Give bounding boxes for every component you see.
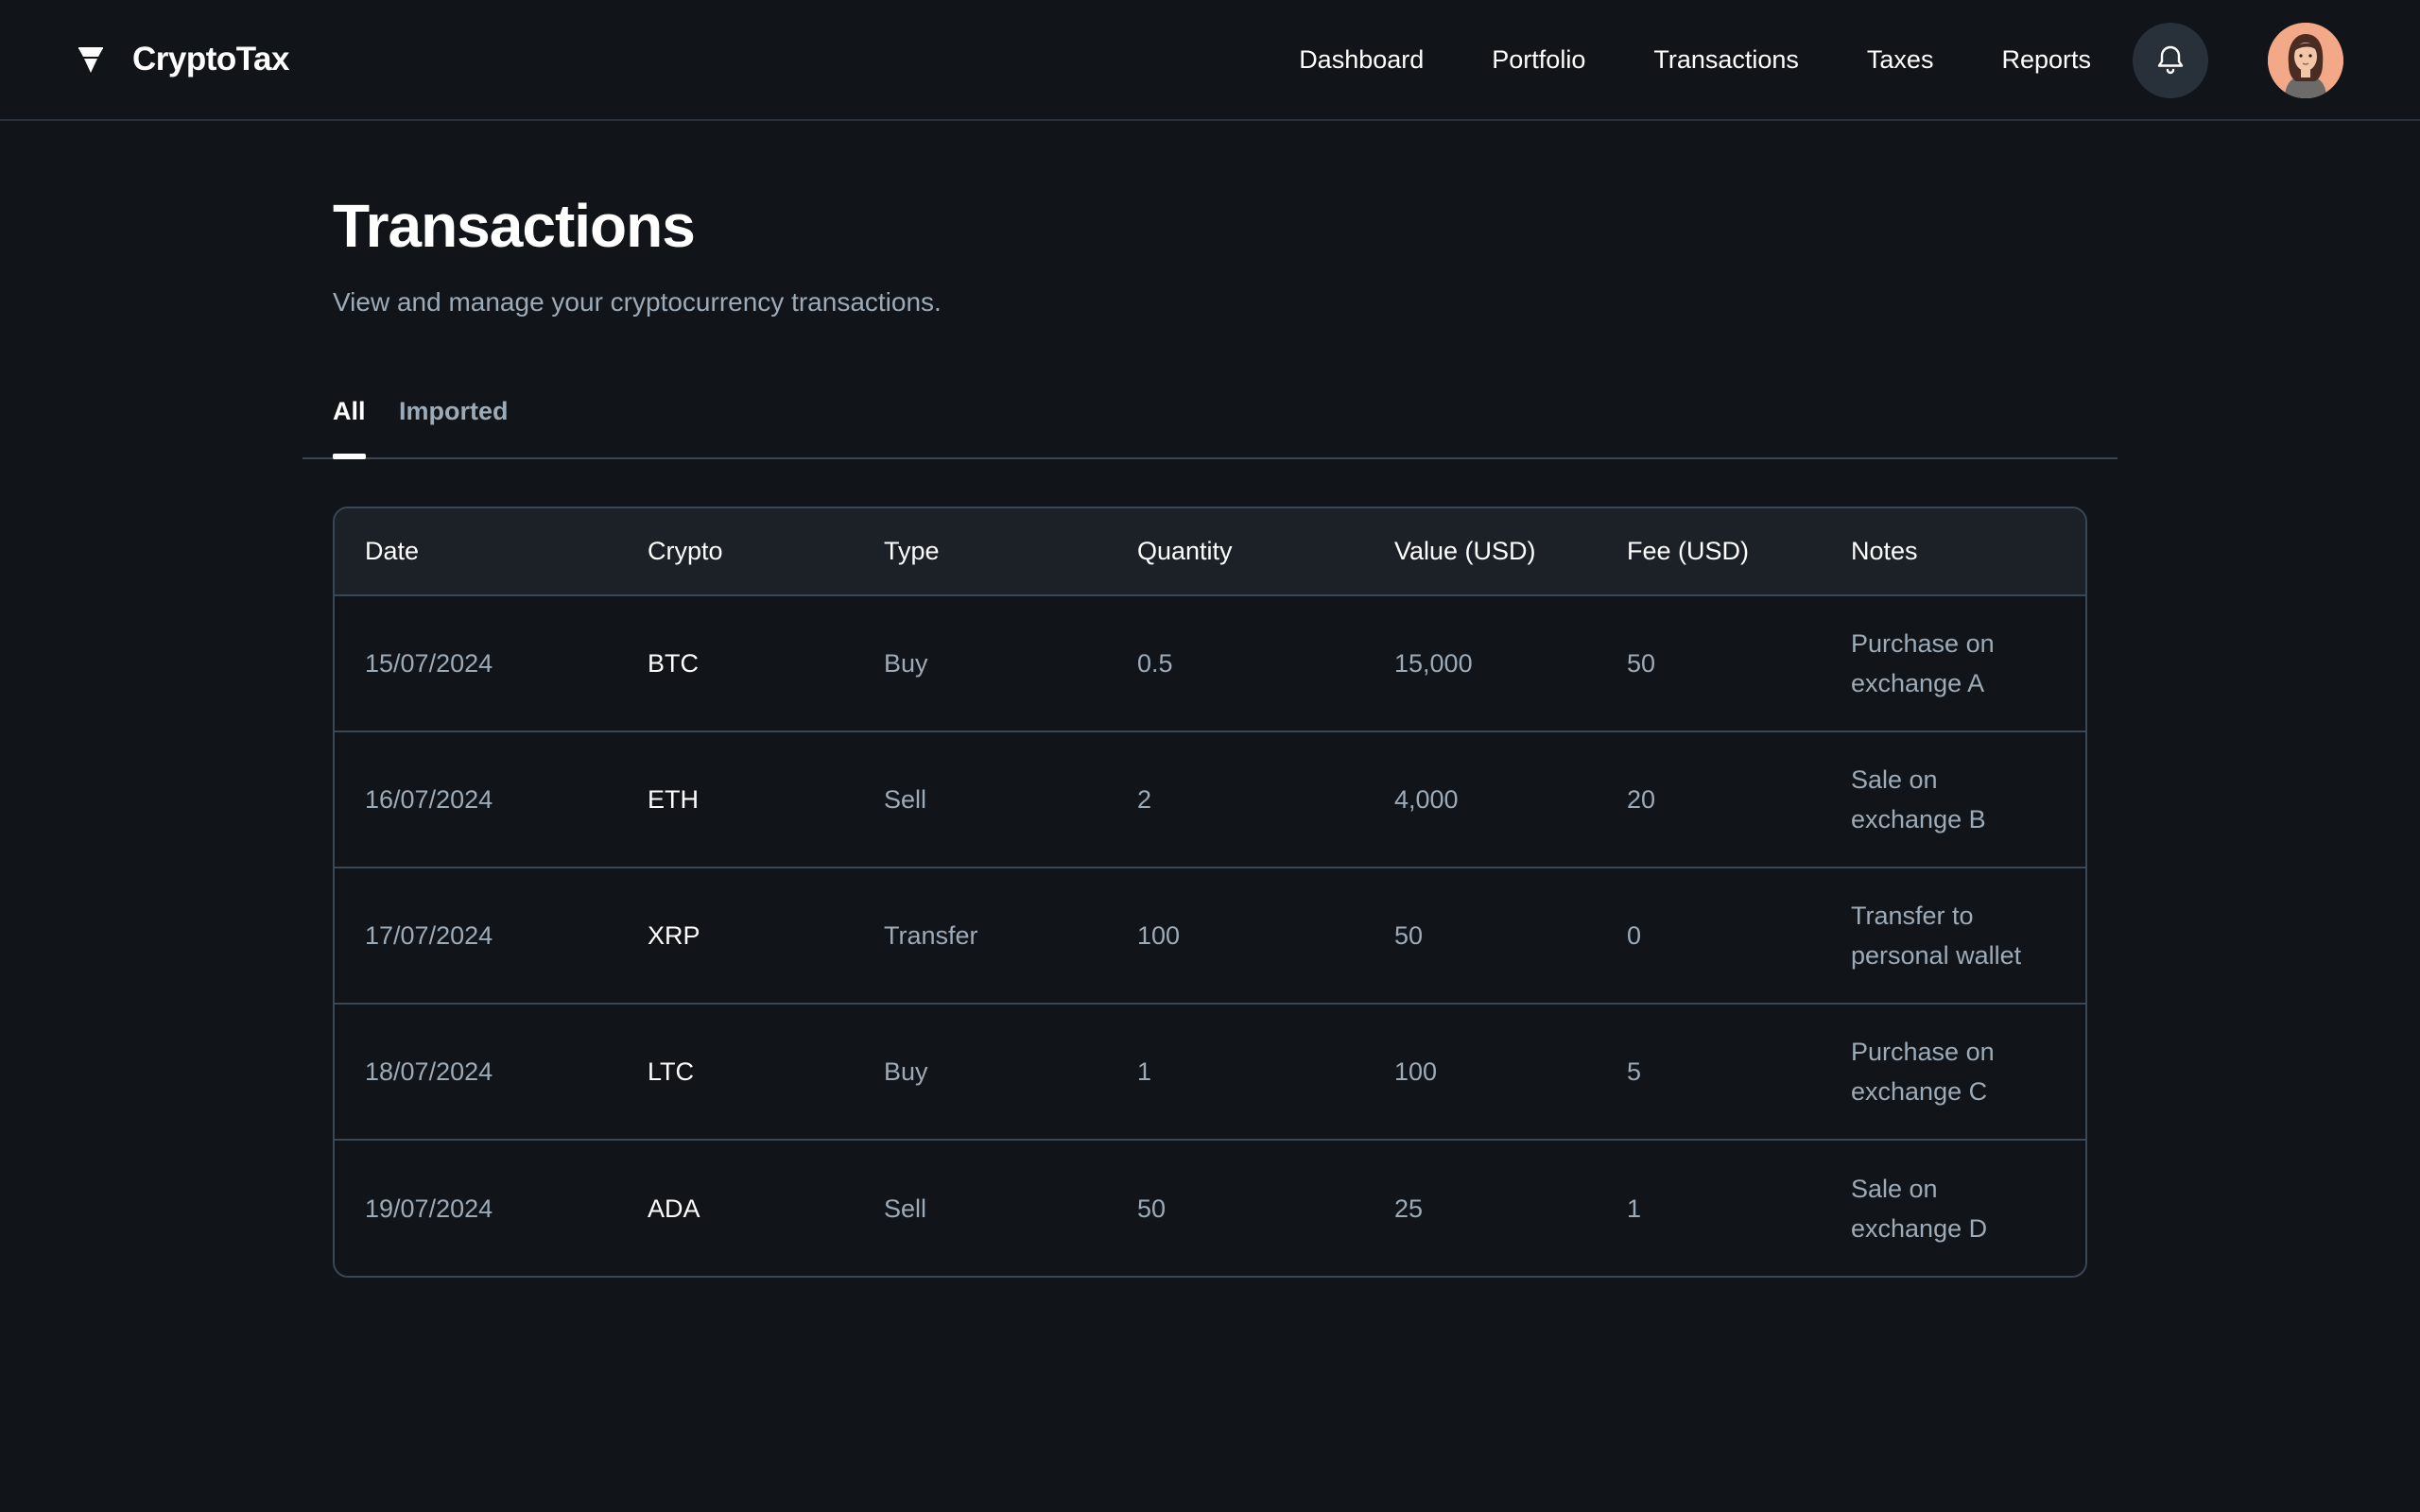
table-row[interactable]: 16/07/2024 ETH Sell 2 4,000 20 Sale on e… bbox=[335, 731, 2085, 868]
user-avatar[interactable] bbox=[2268, 23, 2343, 98]
column-header-crypto[interactable]: Crypto bbox=[617, 508, 854, 595]
tab-imported[interactable]: Imported bbox=[399, 384, 509, 457]
cell-notes: Sale on exchange D bbox=[1851, 1174, 1988, 1243]
brand-name: CryptoTax bbox=[132, 41, 290, 77]
table-row[interactable]: 17/07/2024 XRP Transfer 100 50 0 Transfe… bbox=[335, 868, 2085, 1004]
nav-dashboard[interactable]: Dashboard bbox=[1299, 45, 1424, 75]
tab-all[interactable]: All bbox=[333, 384, 366, 459]
cell-notes: Transfer to personal wallet bbox=[1851, 902, 2022, 970]
column-header-date[interactable]: Date bbox=[335, 508, 617, 595]
column-header-type[interactable]: Type bbox=[854, 508, 1107, 595]
cell-crypto: ADA bbox=[648, 1194, 700, 1223]
cell-value: 100 bbox=[1394, 1057, 1438, 1086]
transactions-table: Date Crypto Type Quantity Value (USD) Fe… bbox=[333, 507, 2087, 1278]
cell-quantity: 1 bbox=[1137, 1057, 1152, 1086]
cell-quantity: 100 bbox=[1137, 921, 1181, 950]
cell-fee: 20 bbox=[1627, 785, 1656, 814]
cell-quantity: 0.5 bbox=[1137, 649, 1173, 678]
cell-fee: 1 bbox=[1627, 1194, 1642, 1223]
bell-icon bbox=[2153, 42, 2187, 80]
brand[interactable]: CryptoTax bbox=[76, 0, 290, 119]
page-subtitle: View and manage your cryptocurrency tran… bbox=[333, 287, 942, 317]
cell-crypto: LTC bbox=[648, 1057, 695, 1086]
cell-date: 17/07/2024 bbox=[365, 921, 493, 950]
page-title: Transactions bbox=[333, 192, 696, 260]
cell-date: 16/07/2024 bbox=[365, 785, 493, 814]
tornado-logo-icon bbox=[76, 44, 106, 75]
cell-crypto: XRP bbox=[648, 921, 700, 950]
cell-value: 25 bbox=[1394, 1194, 1424, 1223]
column-header-quantity[interactable]: Quantity bbox=[1107, 508, 1364, 595]
cell-notes: Purchase on exchange A bbox=[1851, 629, 1995, 697]
table-header-row: Date Crypto Type Quantity Value (USD) Fe… bbox=[335, 508, 2085, 595]
column-header-value[interactable]: Value (USD) bbox=[1364, 508, 1597, 595]
main-nav: Dashboard Portfolio Transactions Taxes R… bbox=[1299, 0, 2091, 119]
cell-notes: Purchase on exchange C bbox=[1851, 1038, 1995, 1106]
cell-crypto: BTC bbox=[648, 649, 699, 678]
top-navigation-bar: CryptoTax Dashboard Portfolio Transactio… bbox=[0, 0, 2420, 121]
nav-transactions[interactable]: Transactions bbox=[1653, 45, 1799, 75]
cell-quantity: 2 bbox=[1137, 785, 1152, 814]
cell-crypto: ETH bbox=[648, 785, 699, 814]
cell-value: 4,000 bbox=[1394, 785, 1459, 814]
cell-date: 15/07/2024 bbox=[365, 649, 493, 678]
cell-date: 19/07/2024 bbox=[365, 1194, 493, 1223]
cell-type: Sell bbox=[884, 785, 927, 814]
cell-fee: 50 bbox=[1627, 649, 1656, 678]
cell-quantity: 50 bbox=[1137, 1194, 1167, 1223]
cell-fee: 5 bbox=[1627, 1057, 1642, 1086]
table-row[interactable]: 15/07/2024 BTC Buy 0.5 15,000 50 Purchas… bbox=[335, 595, 2085, 731]
nav-taxes[interactable]: Taxes bbox=[1867, 45, 1934, 75]
cell-type: Buy bbox=[884, 649, 928, 678]
column-header-notes[interactable]: Notes bbox=[1821, 508, 2085, 595]
table-row[interactable]: 18/07/2024 LTC Buy 1 100 5 Purchase on e… bbox=[335, 1004, 2085, 1140]
table-row[interactable]: 19/07/2024 ADA Sell 50 25 1 Sale on exch… bbox=[335, 1140, 2085, 1276]
transaction-tabs: All Imported bbox=[302, 384, 2118, 459]
cell-value: 15,000 bbox=[1394, 649, 1473, 678]
cell-type: Buy bbox=[884, 1057, 928, 1086]
cell-date: 18/07/2024 bbox=[365, 1057, 493, 1086]
cell-type: Transfer bbox=[884, 921, 978, 950]
cell-fee: 0 bbox=[1627, 921, 1642, 950]
cell-type: Sell bbox=[884, 1194, 927, 1223]
cell-value: 50 bbox=[1394, 921, 1424, 950]
nav-portfolio[interactable]: Portfolio bbox=[1492, 45, 1585, 75]
notifications-button[interactable] bbox=[2133, 23, 2208, 98]
column-header-fee[interactable]: Fee (USD) bbox=[1597, 508, 1821, 595]
cell-notes: Sale on exchange B bbox=[1851, 765, 1986, 833]
nav-reports[interactable]: Reports bbox=[2001, 45, 2091, 75]
